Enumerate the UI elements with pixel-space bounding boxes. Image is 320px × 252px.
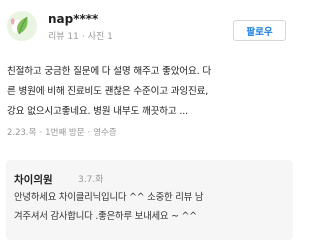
- follow-button[interactable]: 팔로우: [233, 20, 286, 41]
- review-count: 리뷰 11: [48, 32, 79, 42]
- meta-separator: ·: [39, 128, 43, 138]
- leaf-avatar-icon: [7, 11, 37, 41]
- owner-reply-name: 차이의원: [14, 174, 53, 186]
- reply-line: 안녕하세요 차이클리닉입니다 ^^ 소중한 리뷰 남: [14, 192, 204, 203]
- review-line: 강요 없으시고좋네요. 병원 내부도 깨끗하고 ...: [7, 106, 188, 117]
- reviewer-name[interactable]: nap****: [48, 12, 98, 26]
- review-line: 른 병원에 비해 진료비도 괜찮은 수준이고 과잉진료,: [7, 86, 209, 97]
- owner-reply-date: 3.7.화: [78, 175, 104, 185]
- owner-reply-text: 안녕하세요 차이클리닉입니다 ^^ 소중한 리뷰 남 겨주셔서 감사합니다 .좋…: [14, 188, 289, 226]
- stats-separator: ·: [81, 32, 85, 42]
- review-line: 친절하고 궁금한 질문에 다 설명 해주고 좋았어요. 다: [7, 66, 211, 77]
- visit-count: 1번째 방문: [45, 128, 85, 138]
- review-body[interactable]: 친절하고 궁금한 질문에 다 설명 해주고 좋았어요. 다 른 병원에 비해 진…: [7, 62, 292, 122]
- user-avatar[interactable]: [7, 11, 37, 41]
- review-meta: 2.23.목 · 1번째 방문 · 영수증: [7, 128, 117, 139]
- reply-line: 겨주셔서 감사합니다 .좋은하루 보내세요 ~ ^^: [14, 211, 197, 222]
- reviewer-stats: 리뷰 11 · 사진 1: [48, 32, 113, 43]
- review-date: 2.23.목: [7, 128, 37, 138]
- receipt-proof: 영수증: [93, 128, 117, 138]
- photo-count: 사진 1: [87, 32, 113, 42]
- meta-separator: ·: [87, 128, 91, 138]
